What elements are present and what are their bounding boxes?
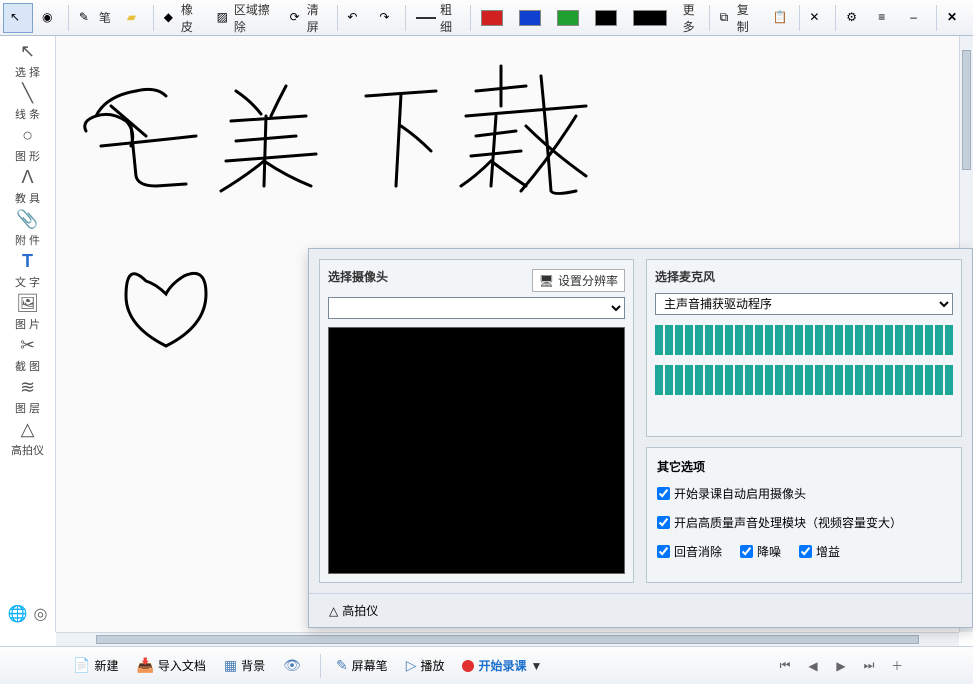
import-button[interactable]: 📥导入文档: [127, 651, 214, 681]
image-icon: 🖼: [16, 293, 39, 314]
pen-label: 笔: [99, 9, 111, 26]
opt-noise[interactable]: 降噪: [740, 543, 781, 560]
camera-select[interactable]: [328, 297, 625, 319]
horizontal-scrollbar[interactable]: [56, 632, 959, 646]
pen-button[interactable]: ✎笔: [72, 3, 118, 33]
last-page-button[interactable]: ⏭: [857, 654, 881, 678]
minimize-button[interactable]: –: [903, 3, 933, 33]
mic-select[interactable]: 主声音捕获驱动程序: [655, 293, 953, 315]
tool-shape[interactable]: ○图 形: [2, 124, 54, 164]
prev-page-button[interactable]: ◀: [801, 654, 825, 678]
bottom-toolbar: 📄新建 📥导入文档 ▦背景 👁 ✎屏幕笔 ▷播放 开始录课▼ ⏮ ◀ ▶ ⏭ ＋: [0, 646, 973, 684]
area-erase-button[interactable]: ▨区域擦除: [210, 3, 281, 33]
more-colors-label[interactable]: 更多: [679, 1, 707, 35]
opt-gain[interactable]: 增益: [799, 543, 840, 560]
tool-text[interactable]: T文 字: [2, 250, 54, 290]
copy-label: 复制: [737, 1, 757, 35]
new-button[interactable]: 📄新建: [64, 651, 127, 681]
tool-layer[interactable]: ≋图 层: [2, 376, 54, 416]
opt-hq-audio[interactable]: 开启高质量声音处理模块（视频容量变大）: [657, 514, 902, 531]
microphone-panel: 选择麦克风 主声音捕获驱动程序: [646, 259, 962, 437]
tool-attach[interactable]: 📎附 件: [2, 208, 54, 248]
camera-panel: 选择摄像头 🖥设置分辨率: [319, 259, 634, 583]
new-icon: 📄: [73, 657, 90, 674]
recording-settings-dialog: 选择摄像头 🖥设置分辨率 选择麦克风 主声音捕获驱动程序 其它选项 开始录课自动…: [308, 248, 973, 628]
target-icon[interactable]: ◎: [33, 604, 47, 624]
redo-button[interactable]: ↷: [372, 3, 402, 33]
undo-button[interactable]: ↶: [340, 3, 370, 33]
record-icon: [462, 660, 474, 672]
menu-button[interactable]: ≡: [871, 3, 901, 33]
color-green[interactable]: [550, 3, 586, 33]
close-tool-button[interactable]: ✕: [802, 3, 832, 33]
doccam-tab-button[interactable]: △高拍仪: [321, 598, 386, 623]
compass-icon: Λ: [21, 167, 33, 188]
opt-auto-camera[interactable]: 开始录课自动启用摄像头: [657, 485, 806, 502]
next-page-button[interactable]: ▶: [829, 654, 853, 678]
color-blue[interactable]: [512, 3, 548, 33]
eraser-label: 橡皮: [181, 1, 201, 35]
tool-select[interactable]: ↖选 择: [2, 40, 54, 80]
text-icon: T: [22, 251, 33, 272]
left-tool-palette: ↖选 择 ╲线 条 ○图 形 Λ教 具 📎附 件 T文 字 🖼图 片 ✂截 图 …: [0, 36, 56, 632]
background-icon: ▦: [224, 657, 237, 674]
arrow-tool-button[interactable]: ↖: [3, 3, 33, 33]
copy-button[interactable]: ⧉复制: [713, 3, 764, 33]
first-page-button[interactable]: ⏮: [773, 654, 797, 678]
play-button[interactable]: ▷播放: [397, 651, 454, 681]
highlighter-button[interactable]: ▰: [120, 3, 150, 33]
play-icon: ▷: [406, 657, 417, 674]
area-erase-label: 区域擦除: [234, 1, 274, 35]
tool-line[interactable]: ╲线 条: [2, 82, 54, 122]
color-black2[interactable]: [626, 3, 674, 33]
line-icon: ╲: [22, 83, 33, 104]
record-button[interactable]: 开始录课▼: [453, 651, 551, 681]
options-title: 其它选项: [657, 458, 951, 475]
mic-title: 选择麦克风: [655, 268, 953, 285]
eraser-button[interactable]: ◆橡皮: [157, 3, 208, 33]
audio-level-right: [655, 365, 953, 395]
lamp-icon: △: [329, 604, 338, 618]
other-options-panel: 其它选项 开始录课自动启用摄像头 开启高质量声音处理模块（视频容量变大） 回音消…: [646, 447, 962, 583]
scissors-icon: ✂: [20, 335, 35, 356]
clear-button[interactable]: ⟳清屏: [283, 3, 334, 33]
color-red[interactable]: [474, 3, 510, 33]
monitor-icon: 🖥: [539, 274, 554, 288]
paperclip-icon: 📎: [16, 209, 38, 230]
thickness-label: 粗细: [440, 1, 460, 35]
background-button[interactable]: ▦背景: [215, 651, 274, 681]
cursor-icon: ↖: [20, 41, 35, 62]
tool-teach[interactable]: Λ教 具: [2, 166, 54, 206]
camera-title: 选择摄像头: [328, 268, 388, 285]
import-icon: 📥: [136, 657, 153, 674]
screenpen-button[interactable]: ✎屏幕笔: [327, 651, 397, 681]
lamp-icon: △: [21, 419, 35, 440]
settings-button[interactable]: ⚙: [839, 3, 869, 33]
camera-preview: [328, 327, 625, 574]
tool-capture[interactable]: ✂截 图: [2, 334, 54, 374]
page-navigation: ⏮ ◀ ▶ ⏭ ＋: [773, 654, 909, 678]
dropper-button[interactable]: ◉: [35, 3, 65, 33]
eye-button[interactable]: 👁: [274, 651, 314, 681]
eye-icon: 👁: [283, 657, 301, 674]
add-page-button[interactable]: ＋: [885, 654, 909, 678]
tool-image[interactable]: 🖼图 片: [2, 292, 54, 332]
thickness-button[interactable]: 粗细: [409, 3, 467, 33]
pen-icon: ✎: [336, 657, 348, 674]
tool-doccam[interactable]: △高拍仪: [2, 418, 54, 458]
globe-icon[interactable]: 🌐: [8, 604, 28, 624]
opt-echo[interactable]: 回音消除: [657, 543, 722, 560]
clear-label: 清屏: [307, 1, 327, 35]
color-black1[interactable]: [588, 3, 624, 33]
close-app-button[interactable]: ✕: [940, 3, 970, 33]
circle-icon: ○: [22, 125, 33, 146]
layers-icon: ≋: [20, 377, 35, 398]
audio-level-left: [655, 325, 953, 355]
main-toolbar: ↖ ◉ ✎笔 ▰ ◆橡皮 ▨区域擦除 ⟳清屏 ↶ ↷ 粗细 更多 ⧉复制 📋 ✕…: [0, 0, 973, 36]
set-resolution-button[interactable]: 🖥设置分辨率: [532, 269, 625, 292]
paste-button[interactable]: 📋: [766, 3, 796, 33]
dialog-footer: △高拍仪: [309, 593, 972, 627]
